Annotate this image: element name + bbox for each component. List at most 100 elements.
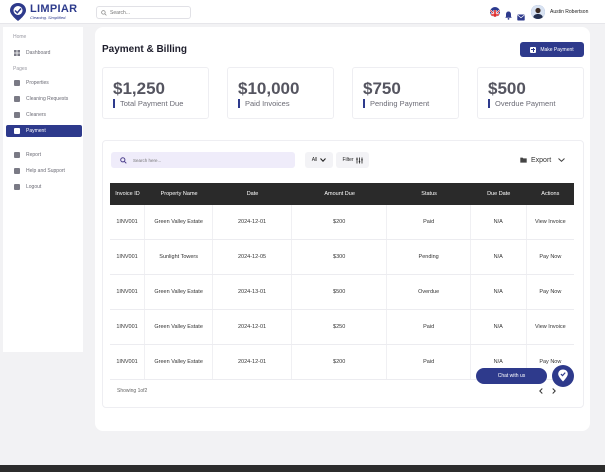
brand-tagline: Cleaning. Simplified.: [30, 15, 67, 20]
sidebar-item-cleaning-requests[interactable]: Cleaning Requests: [6, 93, 82, 105]
sidebar-item-label: Cleaning Requests: [26, 96, 69, 102]
brand-logo[interactable]: LIMPIAR Cleaning. Simplified.: [8, 2, 77, 22]
make-payment-button[interactable]: Make Payment: [520, 42, 584, 57]
property-name-cell: Green Valley Estate: [145, 205, 214, 239]
export-label: Export: [531, 156, 552, 164]
stat-card-overdue-payment: $500 Overdue Payment: [477, 67, 584, 119]
mail-icon[interactable]: [517, 8, 525, 26]
table-row: 1INV001 Green Valley Estate 2024-13-01 $…: [110, 275, 574, 310]
due-date-cell: N/A: [471, 205, 527, 239]
column-header[interactable]: Amount Due: [292, 183, 388, 205]
chevron-left-icon: [538, 387, 543, 394]
date-cell: 2024-13-01: [213, 275, 292, 309]
help-icon: [14, 168, 20, 174]
date-cell: 2024-12-01: [213, 310, 292, 344]
row-action-link[interactable]: Pay Now: [527, 275, 574, 309]
clipboard-icon: [14, 112, 20, 118]
sidebar-item-label: Dashboard: [26, 50, 51, 56]
dashboard-icon: [14, 50, 20, 56]
chevron-right-icon: [551, 387, 556, 394]
row-action-link[interactable]: View Invoice: [527, 205, 574, 239]
table-row: 1INV001 Sunlight Towers 2024-12-05 $300 …: [110, 240, 574, 275]
column-header[interactable]: Status: [387, 183, 470, 205]
sidebar-item-label: Logout: [26, 184, 42, 190]
logout-icon: [14, 184, 20, 190]
stat-value: $1,250: [113, 79, 165, 98]
stat-card-total-due: $1,250 Total Payment Due: [102, 67, 209, 119]
sidebar-item-label: Properties: [26, 80, 49, 86]
chat-with-us-button[interactable]: Chat with us: [476, 368, 547, 384]
top-header: LIMPIAR Cleaning. Simplified. Austin Rob…: [0, 0, 605, 24]
chat-label: Chat with us: [497, 373, 526, 379]
sidebar-section-home: Home: [13, 34, 27, 40]
sidebar-item-help-and-support[interactable]: Help and Support: [6, 165, 82, 177]
column-header[interactable]: Due Date: [471, 183, 527, 205]
folder-icon: [520, 157, 527, 163]
sidebar-item-cleaners[interactable]: Cleaners: [6, 109, 82, 121]
bell-icon[interactable]: [505, 7, 512, 25]
chat-launcher-button[interactable]: [552, 365, 574, 387]
sidebar-item-properties[interactable]: Properties: [6, 77, 82, 89]
row-action-link[interactable]: Pay Now: [527, 240, 574, 274]
sidebar-section-pages: Pages: [13, 66, 28, 72]
all-dropdown[interactable]: All: [305, 152, 333, 168]
amount-due-cell: $300: [292, 240, 388, 274]
chevron-down-icon: [320, 158, 327, 162]
date-cell: 2024-12-05: [213, 240, 292, 274]
logo-mark-icon: [8, 2, 28, 22]
due-date-cell: N/A: [471, 275, 527, 309]
stat-label: Pending Payment: [363, 99, 429, 108]
home-icon: [14, 80, 20, 86]
chat-logo-icon: [558, 369, 568, 382]
invoice-id-cell: 1INV001: [110, 205, 146, 239]
invoice-id-cell: 1INV001: [110, 240, 146, 274]
global-search-input[interactable]: [110, 9, 190, 16]
filter-button[interactable]: Filter: [336, 152, 369, 168]
column-header[interactable]: Date: [213, 183, 292, 205]
status-cell: Paid: [387, 345, 471, 379]
table-search[interactable]: [111, 152, 295, 168]
sidebar-item-payment[interactable]: Payment: [6, 125, 82, 137]
report-icon: [14, 152, 20, 158]
invoice-id-cell: 1INV001: [110, 310, 146, 344]
filter-icon: [355, 157, 363, 163]
global-search[interactable]: [96, 6, 191, 19]
amount-due-cell: $200: [292, 205, 388, 239]
sidebar-item-label: Payment: [26, 128, 46, 134]
status-cell: Pending: [387, 240, 471, 274]
stat-label: Paid Invoices: [238, 99, 290, 108]
property-name-cell: Green Valley Estate: [145, 310, 214, 344]
stat-value: $750: [363, 79, 401, 98]
due-date-cell: N/A: [471, 310, 527, 344]
row-action-link[interactable]: View Invoice: [527, 310, 574, 344]
plus-icon: [530, 46, 537, 53]
column-header[interactable]: Invoice ID: [110, 183, 145, 205]
invoice-table: Invoice ID Property Name Date Amount Due…: [110, 183, 574, 380]
table-header: Invoice ID Property Name Date Amount Due…: [110, 183, 574, 205]
wallet-icon: [14, 128, 20, 134]
invoice-id-cell: 1INV001: [110, 345, 146, 379]
sidebar-item-dashboard[interactable]: Dashboard: [6, 47, 82, 59]
sidebar-item-report[interactable]: Report: [6, 149, 82, 161]
table-row: 1INV001 Green Valley Estate 2024-12-01 $…: [110, 310, 574, 345]
avatar[interactable]: [531, 5, 545, 19]
property-name-cell: Green Valley Estate: [145, 345, 214, 379]
stat-value: $10,000: [238, 79, 300, 98]
stat-label: Overdue Payment: [488, 99, 555, 108]
property-name-cell: Sunlight Towers: [145, 240, 214, 274]
amount-due-cell: $200: [292, 345, 388, 379]
export-button[interactable]: Export: [510, 152, 572, 168]
user-name[interactable]: Austin Robertson: [550, 9, 588, 15]
column-header[interactable]: Actions: [527, 183, 574, 205]
chevron-down-icon: [558, 158, 566, 162]
date-cell: 2024-12-01: [213, 345, 292, 379]
sidebar-item-label: Report: [26, 152, 42, 158]
table-search-input[interactable]: [133, 157, 283, 163]
sidebar-item-label: Help and Support: [26, 168, 65, 174]
uk-flag-icon[interactable]: [490, 7, 500, 17]
previous-page-button[interactable]: [534, 384, 547, 397]
sidebar-item-logout[interactable]: Logout: [6, 181, 82, 193]
clipboard-icon: [14, 96, 20, 102]
column-header[interactable]: Property Name: [145, 183, 213, 205]
page-title: Payment & Billing: [102, 44, 188, 55]
